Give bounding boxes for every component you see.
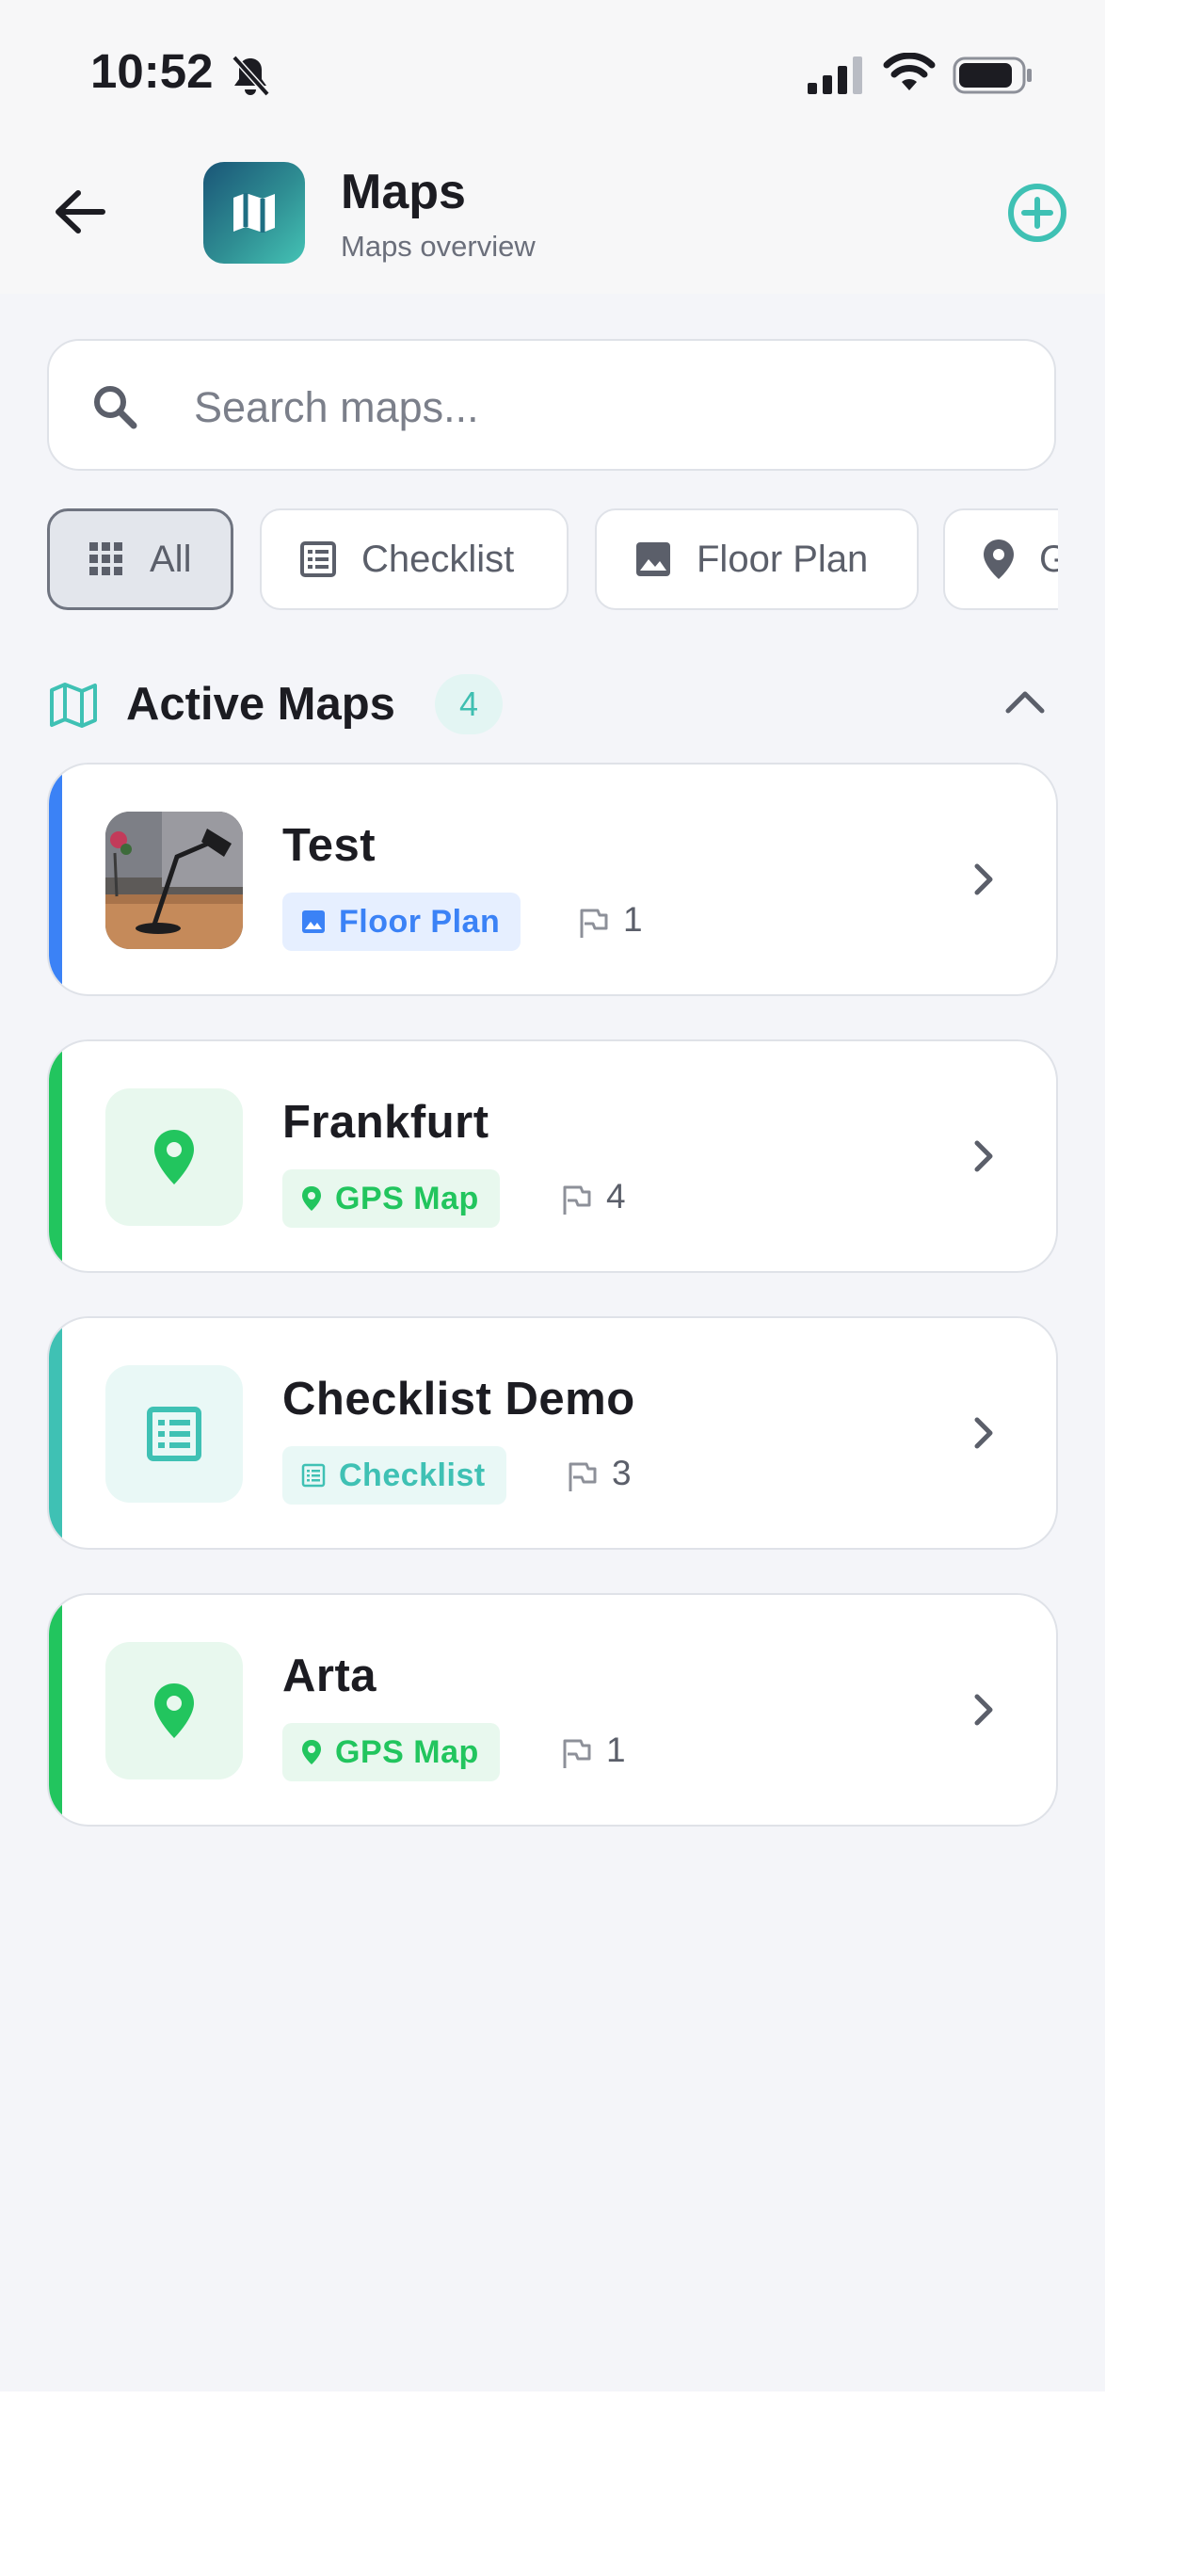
card-accent-bar <box>49 1595 62 1825</box>
flag-icon <box>563 1185 591 1215</box>
app-screen: 10:52 Maps Maps overview Search maps... … <box>0 0 1105 2391</box>
map-section-icon <box>50 683 97 728</box>
map-type-tag: GPS Map <box>282 1169 500 1228</box>
map-type-tag: Checklist <box>282 1446 506 1505</box>
marker-count: 4 <box>606 1177 626 1216</box>
marker-count: 1 <box>606 1731 626 1769</box>
flag-icon <box>569 1462 597 1491</box>
signal-icon <box>808 56 862 94</box>
map-thumbnail <box>105 1642 243 1779</box>
checklist-icon <box>300 541 336 577</box>
chevron-right-icon <box>974 863 993 895</box>
chevron-right-icon <box>974 1140 993 1172</box>
map-type-tag: Floor Plan <box>282 893 521 951</box>
silent-bell-icon <box>232 55 270 97</box>
checklist-icon <box>147 1407 201 1461</box>
location-pin-icon <box>302 1186 321 1211</box>
section-title: Active Maps <box>126 679 395 730</box>
page-subtitle: Maps overview <box>341 230 536 263</box>
battery-icon <box>953 56 1032 94</box>
filter-chip-label: All <box>150 538 192 580</box>
section-count-badge: 4 <box>435 674 503 734</box>
card-accent-bar <box>49 1318 62 1548</box>
location-pin-icon <box>154 1683 194 1738</box>
map-thumbnail <box>105 1365 243 1503</box>
marker-count: 1 <box>623 900 643 939</box>
marker-count: 3 <box>612 1454 632 1492</box>
back-button[interactable] <box>51 183 109 241</box>
page-title: Maps <box>341 165 466 219</box>
location-pin-icon <box>302 1740 321 1764</box>
filter-chip-label: Floor Plan <box>697 538 869 580</box>
location-pin-icon <box>984 539 1014 579</box>
filter-chip-checklist[interactable]: Checklist <box>260 508 569 610</box>
flag-icon <box>580 909 608 938</box>
map-card[interactable]: Arta GPS Map 1 <box>47 1593 1058 1827</box>
filter-chips: All Checklist Floor Plan G <box>47 508 1058 614</box>
map-card[interactable]: Test Floor Plan 1 <box>47 763 1058 996</box>
map-name: Frankfurt <box>282 1097 489 1148</box>
map-type-label: Floor Plan <box>339 903 501 940</box>
chevron-right-icon <box>974 1417 993 1449</box>
top-bar: 10:52 Maps Maps overview <box>0 0 1105 294</box>
image-icon <box>636 542 670 576</box>
filter-chip-label: GPS Map <box>1039 538 1058 580</box>
search-input[interactable] <box>192 369 1024 446</box>
map-type-label: GPS Map <box>335 1733 479 1770</box>
maps-app-icon <box>203 162 305 264</box>
card-accent-bar <box>49 765 62 994</box>
map-type-tag: GPS Map <box>282 1723 500 1781</box>
map-card[interactable]: Frankfurt GPS Map 4 <box>47 1039 1058 1273</box>
filter-chip-gps-map[interactable]: GPS Map <box>943 508 1058 610</box>
flag-icon <box>563 1739 591 1768</box>
map-thumbnail <box>105 1088 243 1226</box>
image-icon <box>302 910 325 933</box>
arrow-left-icon <box>56 190 105 233</box>
folded-map-icon <box>233 193 275 233</box>
map-type-label: Checklist <box>339 1457 486 1493</box>
map-name: Arta <box>282 1650 377 1701</box>
map-name: Checklist Demo <box>282 1374 635 1425</box>
location-pin-icon <box>154 1130 194 1184</box>
grid-icon <box>89 542 122 575</box>
map-name: Test <box>282 820 377 871</box>
filter-chip-label: Checklist <box>361 538 515 580</box>
card-accent-bar <box>49 1041 62 1271</box>
chevron-up-icon[interactable] <box>1003 687 1047 716</box>
add-map-button[interactable] <box>1005 181 1069 245</box>
checklist-icon <box>301 1463 326 1488</box>
search-icon <box>94 386 137 429</box>
chevron-right-icon <box>974 1694 993 1726</box>
status-time: 10:52 <box>90 44 214 98</box>
map-thumbnail <box>105 812 243 949</box>
filter-chip-all[interactable]: All <box>47 508 233 610</box>
wifi-icon <box>883 53 936 90</box>
map-card[interactable]: Checklist Demo Checklist 3 <box>47 1316 1058 1550</box>
desk-lamp-photo-icon <box>105 812 243 949</box>
map-type-label: GPS Map <box>335 1180 479 1216</box>
filter-chip-floor-plan[interactable]: Floor Plan <box>595 508 919 610</box>
search-box[interactable] <box>47 339 1056 471</box>
